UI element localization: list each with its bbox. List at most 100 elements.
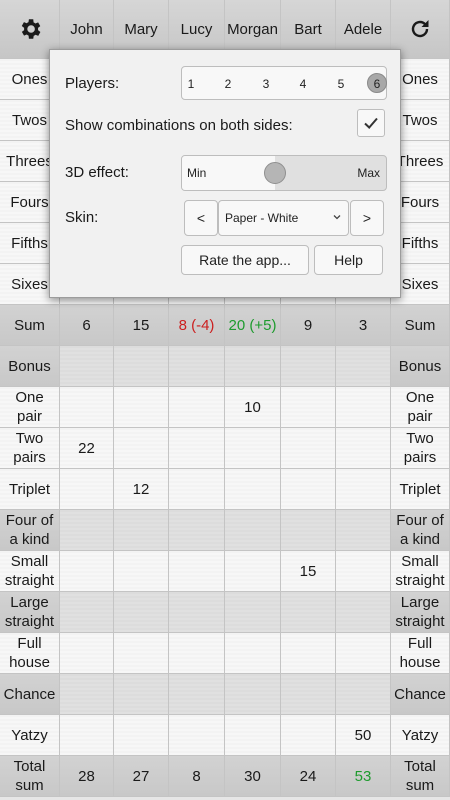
score-cell[interactable]: 10 (225, 387, 281, 428)
score-cell[interactable] (114, 510, 169, 551)
score-cell[interactable] (225, 674, 281, 715)
score-cell[interactable]: 9 (281, 305, 336, 346)
combinations-checkbox[interactable] (357, 109, 385, 137)
score-cell[interactable]: 27 (114, 756, 169, 797)
skin-select[interactable]: Paper - White (218, 200, 349, 236)
row-label-left: Sum (0, 305, 60, 346)
score-cell[interactable] (114, 387, 169, 428)
effect-slider-knob[interactable] (264, 162, 286, 184)
effect-slider[interactable]: Min Max (181, 155, 387, 191)
score-cell[interactable] (60, 592, 114, 633)
score-cell[interactable]: 15 (281, 551, 336, 592)
score-cell[interactable] (60, 715, 114, 756)
player-count-6[interactable]: 6 (366, 67, 388, 101)
skin-select-value: Paper - White (225, 211, 299, 225)
rate-app-button[interactable]: Rate the app... (181, 245, 309, 275)
score-cell[interactable] (336, 428, 391, 469)
score-cell[interactable]: 15 (114, 305, 169, 346)
row-label-right: Bonus (391, 346, 450, 387)
score-cell[interactable] (60, 469, 114, 510)
score-cell[interactable] (336, 346, 391, 387)
score-cell[interactable] (281, 428, 336, 469)
score-cell[interactable] (60, 346, 114, 387)
score-cell[interactable] (336, 387, 391, 428)
score-cell[interactable] (169, 551, 225, 592)
row-label-left: Two pairs (0, 428, 60, 469)
score-cell[interactable] (60, 674, 114, 715)
score-cell[interactable]: 50 (336, 715, 391, 756)
score-cell[interactable] (60, 510, 114, 551)
row-label-left: One pair (0, 387, 60, 428)
score-cell[interactable] (114, 428, 169, 469)
settings-dialog: Players: 1 2 3 4 5 6 Show combinations o… (49, 49, 401, 298)
players-selector[interactable]: 1 2 3 4 5 6 (181, 66, 387, 100)
score-cell[interactable] (169, 387, 225, 428)
score-cell[interactable] (336, 674, 391, 715)
score-cell[interactable] (114, 674, 169, 715)
score-cell[interactable] (169, 633, 225, 674)
score-cell[interactable] (60, 551, 114, 592)
score-cell[interactable]: 30 (225, 756, 281, 797)
score-cell[interactable] (225, 469, 281, 510)
player-count-4[interactable]: 4 (292, 67, 314, 101)
player-count-1[interactable]: 1 (180, 67, 202, 101)
skin-prev-button[interactable]: < (184, 200, 218, 236)
score-cell[interactable] (281, 715, 336, 756)
score-cell[interactable] (225, 633, 281, 674)
score-cell[interactable] (169, 510, 225, 551)
score-cell[interactable] (281, 674, 336, 715)
player-count-5[interactable]: 5 (330, 67, 352, 101)
score-cell[interactable] (281, 633, 336, 674)
score-cell[interactable] (281, 346, 336, 387)
skin-next-button[interactable]: > (350, 200, 384, 236)
score-cell[interactable]: 22 (60, 428, 114, 469)
score-cell[interactable]: 8 (-4) (169, 305, 225, 346)
score-cell[interactable] (114, 715, 169, 756)
score-cell[interactable] (281, 469, 336, 510)
score-cell[interactable] (169, 469, 225, 510)
score-cell[interactable]: 24 (281, 756, 336, 797)
score-cell[interactable] (114, 592, 169, 633)
score-cell[interactable] (225, 346, 281, 387)
score-cell[interactable] (60, 387, 114, 428)
score-cell[interactable]: 6 (60, 305, 114, 346)
score-cell[interactable]: 3 (336, 305, 391, 346)
row-label-right: Large straight (391, 592, 450, 633)
score-cell[interactable] (281, 387, 336, 428)
score-cell[interactable]: 28 (60, 756, 114, 797)
help-button[interactable]: Help (314, 245, 383, 275)
player-count-3[interactable]: 3 (255, 67, 277, 101)
score-cell[interactable] (114, 346, 169, 387)
player-count-2[interactable]: 2 (217, 67, 239, 101)
row-label-left: Triplet (0, 469, 60, 510)
score-cell[interactable]: 12 (114, 469, 169, 510)
score-cell[interactable] (281, 510, 336, 551)
score-cell[interactable] (281, 592, 336, 633)
score-cell[interactable] (169, 346, 225, 387)
score-cell[interactable] (169, 715, 225, 756)
score-cell[interactable] (225, 428, 281, 469)
score-cell[interactable] (336, 633, 391, 674)
score-cell[interactable] (169, 674, 225, 715)
score-cell[interactable] (225, 715, 281, 756)
score-cell[interactable]: 53 (336, 756, 391, 797)
score-cell[interactable] (225, 551, 281, 592)
score-cell[interactable] (336, 551, 391, 592)
score-cell[interactable] (114, 633, 169, 674)
refresh-icon (411, 20, 429, 38)
score-cell[interactable] (336, 510, 391, 551)
score-cell[interactable] (225, 592, 281, 633)
combinations-label: Show combinations on both sides: (65, 117, 293, 134)
row-label-right: Chance (391, 674, 450, 715)
score-cell[interactable]: 20 (+5) (225, 305, 281, 346)
score-cell[interactable] (336, 592, 391, 633)
row-label-left: Four of a kind (0, 510, 60, 551)
score-cell[interactable] (336, 469, 391, 510)
score-cell[interactable] (114, 551, 169, 592)
score-cell[interactable] (225, 510, 281, 551)
score-cell[interactable] (169, 428, 225, 469)
row-label-right: Sum (391, 305, 450, 346)
score-cell[interactable] (169, 592, 225, 633)
score-cell[interactable]: 8 (169, 756, 225, 797)
score-cell[interactable] (60, 633, 114, 674)
